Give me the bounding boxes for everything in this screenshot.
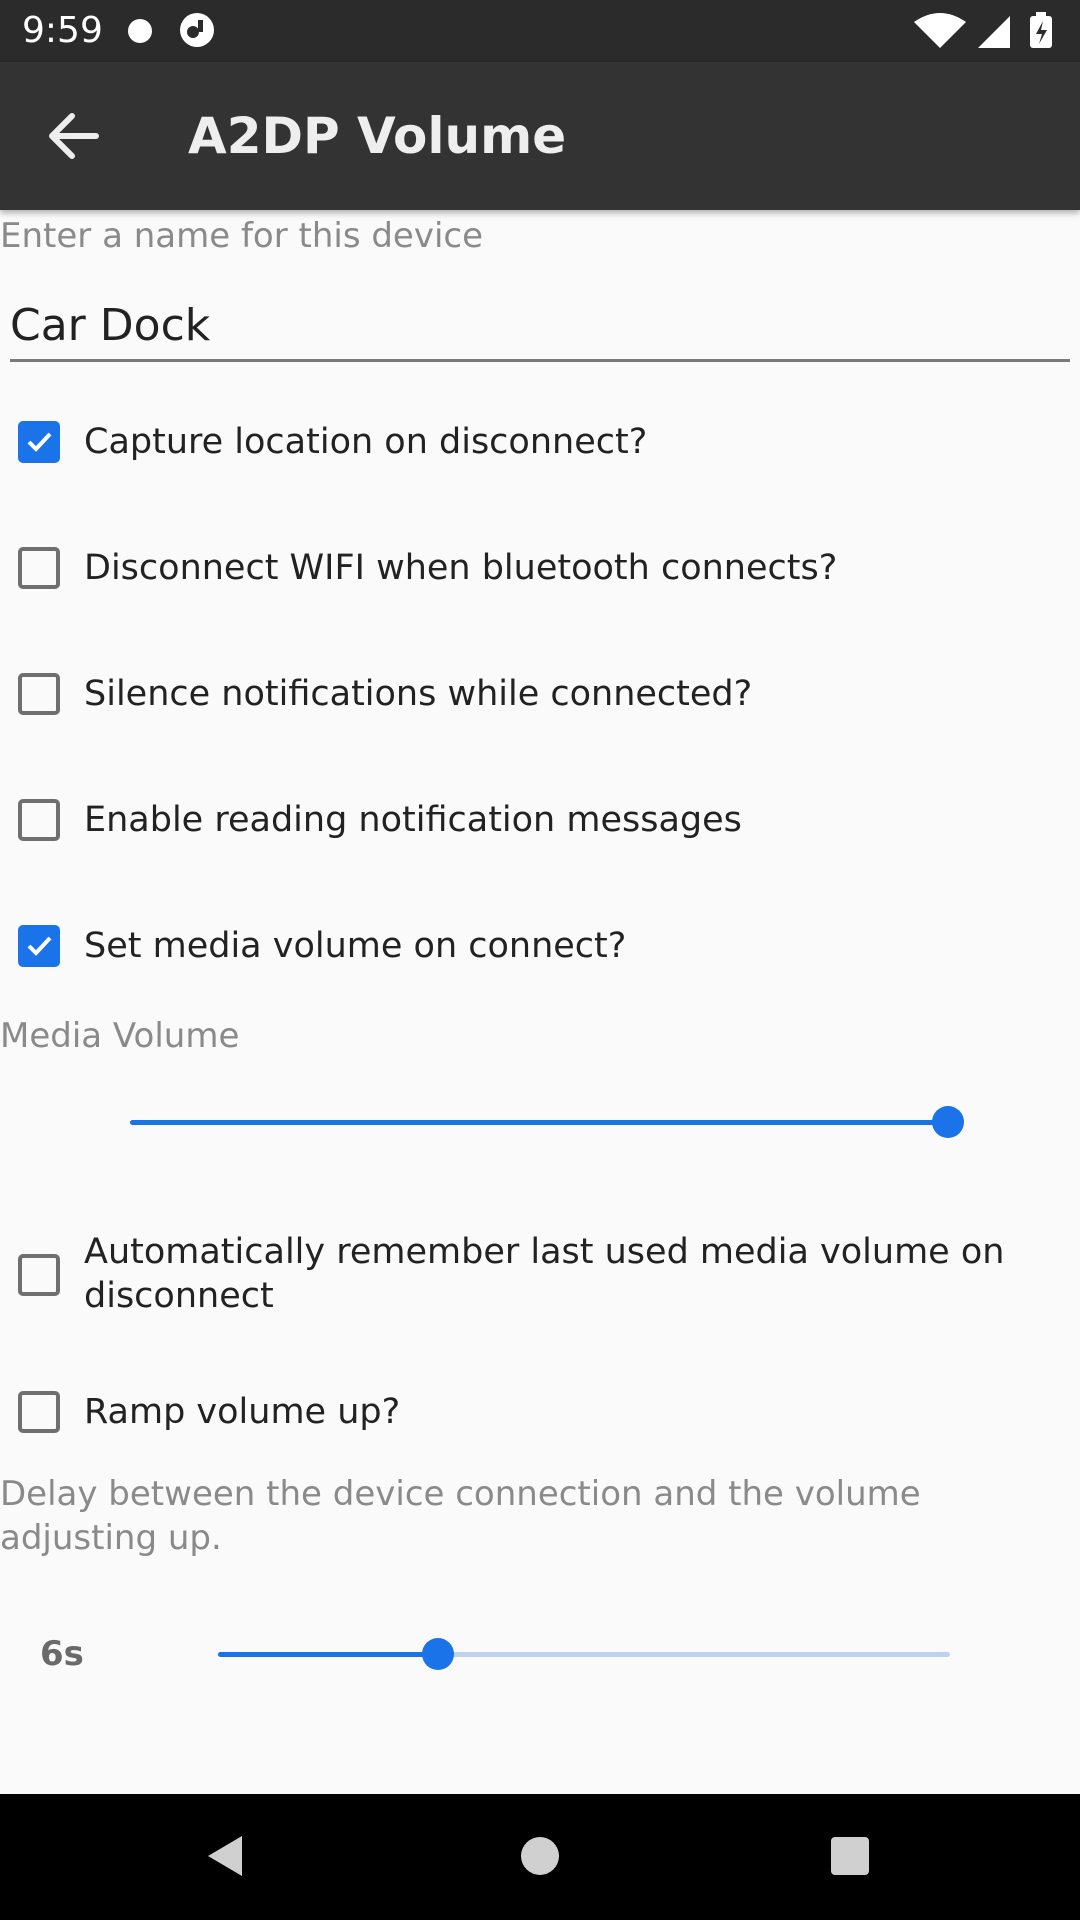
checkbox-remember-volume[interactable]: Automatically remember last used media v… xyxy=(0,1230,1080,1320)
recents-square-icon[interactable] xyxy=(826,1832,874,1880)
checkbox-label: Disconnect WIFI when bluetooth connects? xyxy=(84,548,838,588)
media-volume-fill xyxy=(130,1120,948,1125)
media-volume-label: Media Volume xyxy=(0,1016,240,1056)
checkbox-label: Ramp volume up? xyxy=(84,1392,401,1432)
checkbox-silence-notifications[interactable]: Silence notifications while connected? xyxy=(0,664,1080,724)
check-icon xyxy=(27,936,52,956)
delay-fill xyxy=(218,1652,438,1657)
checkbox-label: Automatically remember last used media v… xyxy=(84,1232,1005,1316)
device-name-input[interactable] xyxy=(10,298,1070,362)
checkbox-box[interactable] xyxy=(18,547,60,589)
device-name-label: Enter a name for this device xyxy=(0,216,484,256)
wifi-icon xyxy=(914,13,966,48)
check-icon xyxy=(27,432,52,452)
checkbox-box[interactable] xyxy=(18,799,60,841)
checkbox-box[interactable] xyxy=(18,1254,60,1296)
checkbox-box[interactable] xyxy=(18,925,60,967)
checkbox-box[interactable] xyxy=(18,1391,60,1433)
checkbox-capture-location[interactable]: Capture location on disconnect? xyxy=(0,412,1080,472)
status-bar: 9:59 xyxy=(0,0,1080,62)
delay-label: Delay between the device connection and … xyxy=(0,1474,921,1558)
checkbox-ramp-volume[interactable]: Ramp volume up? xyxy=(0,1382,1080,1442)
navigation-bar xyxy=(0,1794,1080,1920)
checkbox-disconnect-wifi[interactable]: Disconnect WIFI when bluetooth connects? xyxy=(0,538,1080,598)
app-bar: A2DP Volume xyxy=(0,62,1080,210)
checkbox-box[interactable] xyxy=(18,421,60,463)
status-time: 9:59 xyxy=(22,10,103,51)
delay-value: 6s xyxy=(40,1634,84,1674)
signal-icon xyxy=(978,16,1010,48)
status-icons xyxy=(914,12,1052,48)
battery-icon xyxy=(1030,12,1052,48)
media-volume-slider[interactable] xyxy=(130,1106,964,1138)
app-icon xyxy=(180,13,214,47)
notification-dot-icon xyxy=(128,19,152,43)
checkbox-label: Silence notifications while connected? xyxy=(84,674,753,714)
delay-thumb[interactable] xyxy=(421,1638,454,1670)
checkbox-box[interactable] xyxy=(18,673,60,715)
checkbox-label: Enable reading notification messages xyxy=(84,800,742,840)
checkbox-set-media-volume[interactable]: Set media volume on connect? xyxy=(0,916,1080,976)
delay-slider[interactable] xyxy=(218,1638,950,1670)
back-triangle-icon[interactable] xyxy=(202,1832,250,1880)
checkbox-label: Capture location on disconnect? xyxy=(84,422,648,462)
page-title: A2DP Volume xyxy=(188,107,567,165)
home-circle-icon[interactable] xyxy=(516,1832,564,1880)
arrow-back-icon[interactable] xyxy=(40,106,108,166)
media-volume-thumb[interactable] xyxy=(932,1106,964,1138)
checkbox-reading-notifications[interactable]: Enable reading notification messages xyxy=(0,790,1080,850)
checkbox-label: Set media volume on connect? xyxy=(84,926,627,966)
